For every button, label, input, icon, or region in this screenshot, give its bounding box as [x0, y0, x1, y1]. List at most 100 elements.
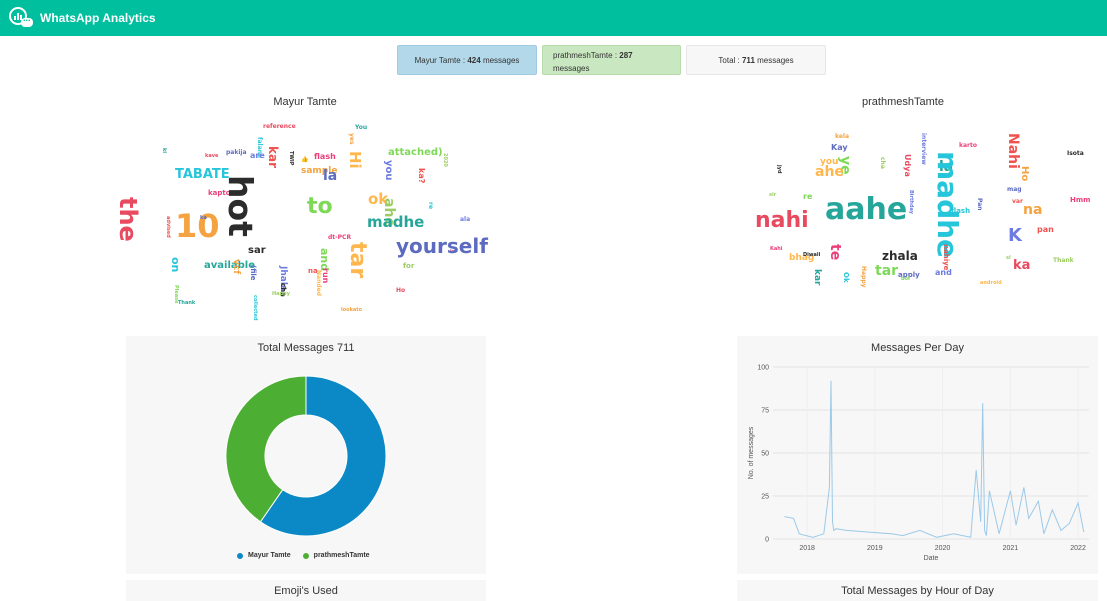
wordcloud-word: Diwali [803, 252, 821, 258]
wordcloud-title-mayur: Mayur Tamte [273, 96, 337, 108]
wordcloud-word: kave [205, 153, 219, 159]
wordcloud-word: Hmm [1070, 196, 1091, 204]
wordcloud-word: Happy [272, 291, 290, 297]
wordcloud-word: Birthday [908, 190, 914, 214]
wordcloud-word: ki [161, 148, 167, 154]
donut-title: Total Messages 711 [257, 342, 355, 354]
wordcloud-word: Happy [860, 266, 867, 288]
wordcloud-word: te [827, 244, 843, 261]
x-tick-label: 2020 [935, 545, 951, 552]
stat-mayur: Mayur Tamte : 424 messages [397, 45, 537, 75]
series-line [784, 380, 1085, 538]
wordcloud-word: 10 [175, 207, 220, 245]
wordcloud-word: Pan [976, 198, 983, 211]
wordcloud-word: cha [879, 157, 886, 169]
wordcloud-word: madhe [931, 151, 964, 259]
wordcloud-word: ka [1013, 258, 1031, 273]
legend-item-mayur[interactable]: Mayur Tamte [237, 552, 291, 559]
y-tick-label: 0 [765, 537, 769, 544]
wordcloud-word: jyd [776, 165, 782, 174]
emoji-panel-title: Emoji's Used [274, 585, 338, 597]
wordcloud-word: are [250, 151, 265, 160]
stat-name: prathmeshTamte [553, 51, 613, 60]
wordcloud-word: re [803, 192, 813, 201]
wordcloud-title-prathmesh: prathmeshTamte [862, 96, 944, 108]
wordcloud-word: aahe [825, 192, 908, 227]
y-tick-label: 50 [761, 451, 769, 458]
y-tick-label: 75 [761, 408, 769, 415]
wordcloud-word: for [403, 262, 415, 270]
wordcloud-word: kela [835, 133, 850, 140]
line-chart-title: Messages Per Day [871, 342, 964, 354]
stat-count: 287 [619, 51, 633, 60]
legend-swatch [302, 552, 309, 559]
stat-count: 711 [741, 55, 755, 65]
wordcloud-word: si [1006, 255, 1011, 261]
wordcloud-word: run [321, 268, 330, 284]
wordcloud-word: attached) [388, 147, 443, 158]
wordcloud-word: kar [812, 269, 822, 286]
wordcloud-word: 2020 [442, 153, 448, 167]
x-axis-label: Date [924, 555, 939, 562]
wordcloud-word: the [114, 197, 142, 242]
wordcloud-word: kar [266, 146, 280, 168]
wordcloud-word: Udya [903, 154, 912, 177]
legend-label: Mayur Tamte [248, 552, 291, 559]
wordcloud-word: bol [901, 276, 910, 282]
wordcloud-word: available [204, 260, 255, 271]
stat-prathmesh: prathmeshTamte : 287 messages [542, 45, 681, 75]
stat-suffix: messages [757, 55, 794, 65]
legend-item-prathmesh[interactable]: prathmeshTamte [302, 552, 370, 559]
wordcloud-word: (file [249, 265, 257, 281]
wordcloud-word: Ok [842, 272, 850, 283]
wordcloud-word: vcf [231, 259, 241, 275]
wordcloud-word: ahe [815, 164, 844, 180]
wordcloud-word: interview [920, 133, 927, 165]
top-navbar: WhatsApp Analytics [0, 0, 1107, 36]
stat-name: Total [718, 55, 736, 65]
wordcloud-word: sar [248, 245, 266, 256]
y-axis-label: No. of messages [748, 426, 755, 479]
wordcloud-word: Thank [1053, 257, 1074, 264]
wordcloud-word: Isota [1067, 150, 1084, 157]
app-title[interactable]: WhatsApp Analytics [40, 11, 156, 25]
wordcloud-word: on [169, 257, 182, 273]
wordcloud-word: lookato [341, 307, 363, 313]
wordcloud-word: zhala [882, 249, 918, 263]
wordcloud-word: ala [460, 216, 471, 223]
wordcloud-word: android [980, 280, 1002, 286]
x-tick-label: 2018 [799, 545, 815, 552]
y-tick-label: 25 [761, 494, 769, 501]
donut-chart [225, 375, 387, 537]
hourly-panel-title: Total Messages by Hour of Day [841, 585, 994, 597]
wordcloud-word: Ho [1019, 166, 1030, 182]
stat-suffix: messages [553, 64, 590, 73]
wordcloud-prathmesh: kela Kay interview Nahi karto Isota you ye cha Ud… [745, 118, 1100, 308]
stat-suffix: messages [482, 55, 520, 65]
emoji-panel: Emoji's Used [126, 580, 486, 601]
wordcloud-word: TWIP [288, 151, 294, 166]
legend-label: prathmeshTamte [313, 552, 370, 559]
wordcloud-word: na [1023, 202, 1043, 218]
wordcloud-word: to [307, 194, 333, 219]
wordcloud-word: Kahi [770, 246, 783, 252]
wordcloud-word: collected [252, 295, 258, 321]
wordcloud-word: sir [769, 192, 777, 198]
wordcloud-word: hot [221, 175, 260, 237]
wordcloud-word: Nanded [315, 270, 322, 297]
wordcloud-word: flash [951, 207, 971, 215]
wordcloud-word: ka [200, 215, 207, 221]
wordcloud-word: Nahi [1005, 133, 1021, 169]
wordcloud-word: re [427, 202, 434, 210]
chart-chat-logo-icon[interactable] [9, 7, 33, 29]
x-tick-label: 2021 [1003, 545, 1019, 552]
stat-total: Total : 711 messages [686, 45, 826, 75]
wordcloud-word: nahi [755, 208, 809, 233]
wordcloud-word: Kay [831, 143, 848, 152]
wordcloud-word: flash [314, 152, 336, 161]
wordcloud-word: dt-PCR [328, 234, 352, 241]
stat-name: Mayur Tamte [414, 55, 461, 65]
hourly-panel: Total Messages by Hour of Day [737, 580, 1098, 601]
wordcloud-word: Thank [178, 300, 196, 306]
x-tick-label: 2019 [867, 545, 883, 552]
